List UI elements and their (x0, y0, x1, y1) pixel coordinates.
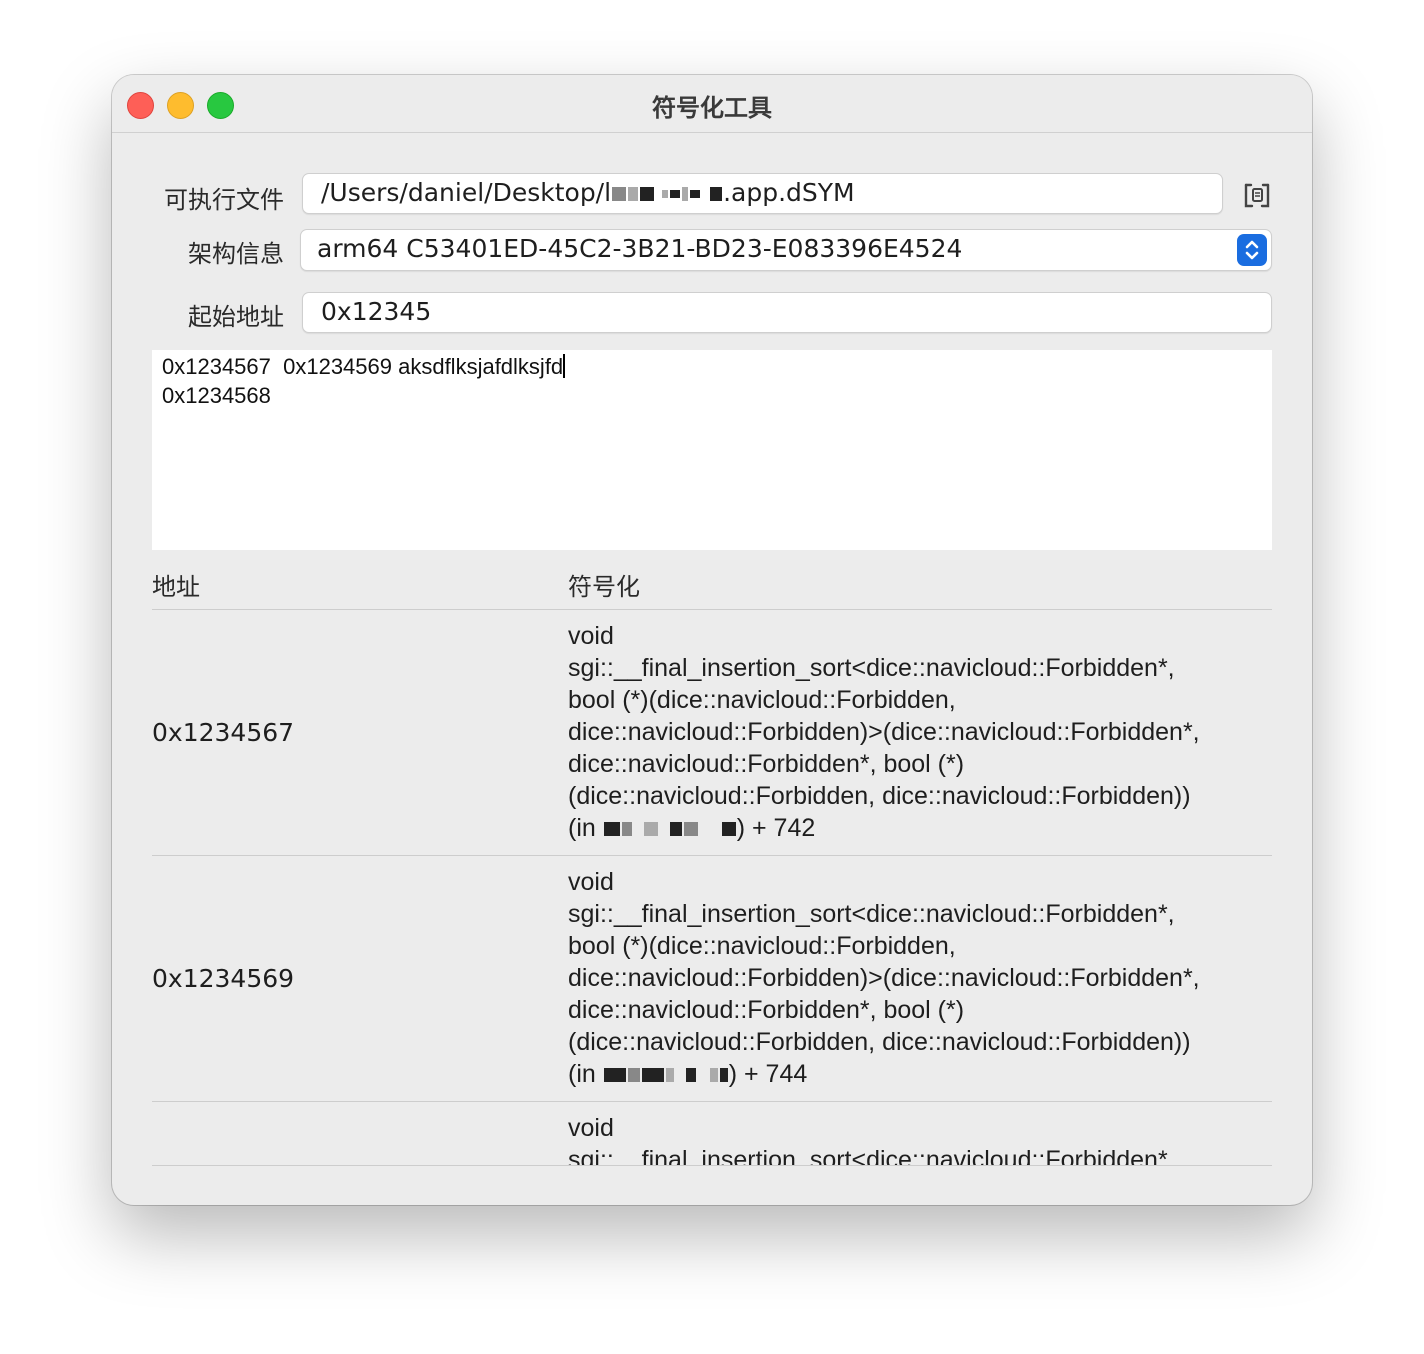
symbol-line: dice::navicloud::Forbidden*, bool (*) (568, 750, 965, 778)
symbol-line: void (568, 1114, 614, 1142)
row-address: 0x1234567 (152, 718, 295, 747)
editor-line-2: 0x1234568 (162, 383, 271, 408)
symbol-line: (dice::navicloud::Forbidden, dice::navic… (568, 782, 1191, 810)
symbol-line: void (568, 868, 614, 896)
choose-file-icon[interactable] (1242, 180, 1272, 210)
column-header-address[interactable]: 地址 (152, 567, 200, 602)
table-row[interactable]: 0x1234569 void sgi::__final_insertion_so… (152, 856, 1272, 1102)
results-table[interactable]: 0x1234567 void sgi::__final_insertion_so… (152, 610, 1272, 1166)
exec-file-field[interactable]: /Users/daniel/Desktop/l .app.dSYM (302, 173, 1223, 214)
app-window: 符号化工具 可执行文件 /Users/daniel/Desktop/l .app.… (112, 75, 1312, 1205)
redacted-block (611, 178, 723, 207)
symbol-line: sgi::__final_insertion_sort<dice::navicl… (568, 654, 1175, 682)
row-symbol: void sgi::__final_insertion_sort<dice::n… (568, 620, 1268, 844)
symbol-line: sgi::__final_insertion_sort<dice::navicl… (568, 900, 1175, 928)
symbol-line: dice::navicloud::Forbidden)>(dice::navic… (568, 964, 1200, 992)
tail-suffix: ) + 742 (736, 814, 816, 842)
table-header: 地址 符号化 (152, 565, 1272, 610)
tail-prefix: (in (568, 1060, 603, 1088)
arch-label: 架构信息 (188, 240, 284, 268)
symbol-tail: (in ) + 744 (568, 1058, 1268, 1090)
column-header-symbol[interactable]: 符号化 (568, 567, 640, 602)
title-bar: 符号化工具 (112, 75, 1312, 133)
symbol-line: bool (*)(dice::navicloud::Forbidden, (568, 686, 956, 714)
redacted-block (603, 814, 737, 842)
redacted-block (603, 1060, 729, 1088)
start-address-field[interactable]: 0x12345 (302, 292, 1272, 333)
row-address: 0x1234569 (152, 964, 295, 993)
symbol-line: dice::navicloud::Forbidden*, bool (*) (568, 996, 965, 1024)
arch-popup[interactable]: arm64 C53401ED-45C2-3B21-BD23-E083396E45… (300, 229, 1272, 271)
row-address (152, 1102, 552, 1165)
table-row[interactable]: void sgi::__final_insertion_sort<dice::n… (152, 1102, 1272, 1166)
symbol-line: bool (*)(dice::navicloud::Forbidden, (568, 932, 956, 960)
symbol-line: (dice::navicloud::Forbidden, dice::navic… (568, 1028, 1191, 1056)
symbol-line: dice::navicloud::Forbidden)>(dice::navic… (568, 718, 1200, 746)
row-symbol: void sgi::__final_insertion_sort<dice::n… (568, 1112, 1268, 1166)
chevron-updown-icon[interactable] (1237, 234, 1267, 266)
start-address-label: 起始地址 (188, 303, 284, 331)
table-row[interactable]: 0x1234567 void sgi::__final_insertion_so… (152, 610, 1272, 856)
address-input-editor[interactable]: 0x1234567 0x1234569 aksdflksjafdlksjfd 0… (152, 350, 1272, 550)
exec-file-label: 可执行文件 (164, 186, 284, 214)
row-symbol: void sgi::__final_insertion_sort<dice::n… (568, 866, 1268, 1090)
symbol-line: sgi::__final_insertion_sort<dice::navicl… (568, 1146, 1175, 1166)
exec-path-prefix: /Users/daniel/Desktop/l (321, 178, 612, 207)
symbol-tail: (in ) + 742 (568, 812, 1268, 844)
symbol-line: void (568, 622, 614, 650)
arch-value: arm64 C53401ED-45C2-3B21-BD23-E083396E45… (317, 234, 963, 263)
window-title: 符号化工具 (652, 94, 772, 122)
editor-line-1: 0x1234567 0x1234569 aksdflksjafdlksjfd (162, 354, 564, 379)
text-caret (563, 354, 566, 378)
exec-path-suffix: .app.dSYM (723, 178, 855, 207)
tail-suffix: ) + 744 (728, 1060, 808, 1088)
tail-prefix: (in (568, 814, 603, 842)
